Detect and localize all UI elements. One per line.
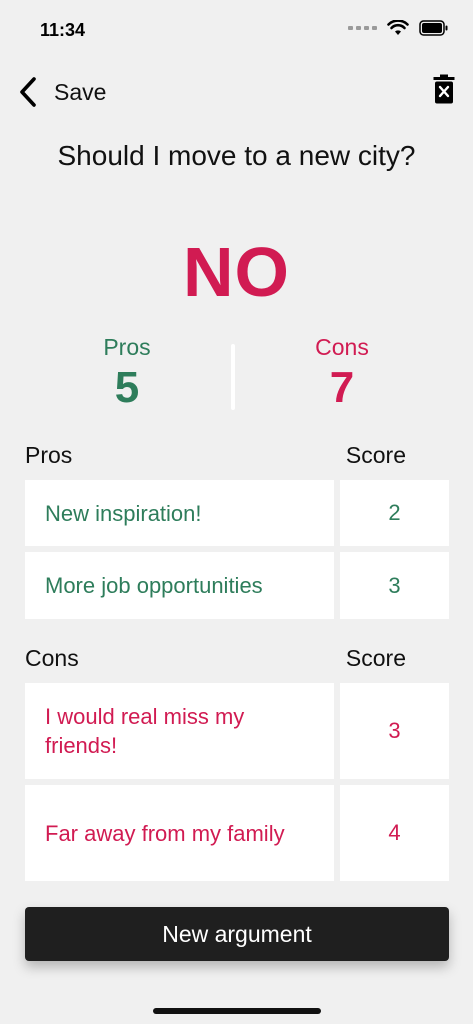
cons-score-header: Score	[345, 645, 406, 671]
con-row: Far away from my family 4	[25, 785, 449, 881]
con-row: I would real miss my friends! 3	[25, 683, 449, 779]
navigation-bar: Save	[0, 70, 473, 114]
con-text-cell[interactable]: I would real miss my friends!	[25, 683, 334, 779]
status-time: 11:34	[40, 20, 86, 40]
back-label: Save	[54, 78, 107, 105]
cons-header-label: Cons	[25, 645, 79, 671]
con-score-cell[interactable]: 3	[340, 683, 449, 779]
con-text-cell[interactable]: Far away from my family	[25, 785, 334, 881]
pros-section-header: Pros Score	[25, 442, 449, 472]
pro-text-cell[interactable]: New inspiration!	[25, 480, 334, 546]
back-button[interactable]: Save	[18, 76, 106, 108]
cons-tally: Cons 7	[262, 334, 422, 413]
wifi-icon	[387, 20, 409, 35]
cons-tally-count: 7	[329, 363, 355, 412]
battery-icon	[419, 20, 448, 36]
status-icons	[348, 20, 449, 36]
cons-tally-label: Cons	[315, 334, 369, 360]
cons-section-header: Cons Score	[25, 645, 449, 675]
pro-row: More job opportunities 3	[25, 552, 449, 619]
pros-tally-count: 5	[114, 363, 140, 412]
trash-icon	[433, 74, 455, 104]
delete-button[interactable]	[433, 74, 455, 109]
verdict-label: NO	[183, 233, 290, 311]
pro-score-cell[interactable]: 2	[340, 480, 449, 546]
pro-text-cell[interactable]: More job opportunities	[25, 552, 334, 619]
pro-score-cell[interactable]: 3	[340, 552, 449, 619]
new-argument-button[interactable]: New argument	[25, 907, 449, 961]
home-indicator	[153, 1008, 321, 1014]
pros-score-header: Score	[345, 442, 406, 468]
con-score-cell[interactable]: 4	[340, 785, 449, 881]
tally-divider	[231, 344, 235, 410]
pros-tally-label: Pros	[103, 334, 151, 360]
pro-row: New inspiration! 2	[25, 480, 449, 546]
status-bar: 11:34	[0, 0, 473, 60]
question-title: Should I move to a new city?	[57, 140, 416, 171]
pros-header-label: Pros	[25, 442, 73, 468]
pros-tally: Pros 5	[47, 334, 207, 413]
cellular-signal-icon	[348, 26, 377, 30]
chevron-left-icon	[20, 77, 36, 107]
tally-summary: Pros 5 Cons 7	[0, 334, 473, 414]
